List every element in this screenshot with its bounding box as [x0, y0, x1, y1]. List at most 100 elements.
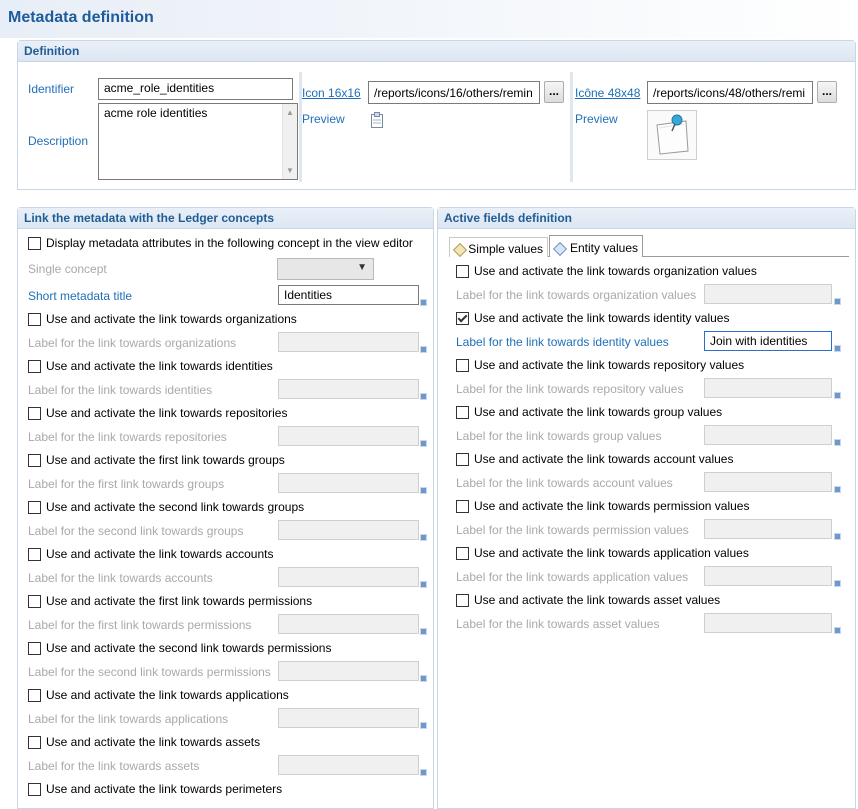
ledger-link-checkbox-label: Use and activate the link towards reposi…	[46, 406, 288, 420]
icon48-browse-button[interactable]: ...	[817, 81, 837, 103]
active-link-label: Label for the link towards organization …	[456, 288, 697, 302]
field-decoration-icon	[420, 346, 427, 353]
ledger-link-label: Label for the first link towards groups	[28, 477, 225, 491]
ledger-link-checkbox[interactable]	[28, 594, 41, 608]
active-link-checkbox-row[interactable]: Use and activate the link towards permis…	[456, 499, 749, 513]
field-decoration-icon	[834, 345, 841, 352]
ledger-link-label-field[interactable]	[278, 708, 419, 728]
ledger-link-checkbox-row[interactable]: Use and activate the first link towards …	[28, 594, 312, 608]
active-link-checkbox[interactable]	[456, 264, 469, 278]
ledger-link-checkbox-row[interactable]: Use and activate the link towards organi…	[28, 312, 297, 326]
ledger-link-checkbox-label: Use and activate the link towards perime…	[46, 782, 283, 796]
ledger-link-label-field[interactable]	[278, 755, 419, 775]
active-link-checkbox-row[interactable]: Use and activate the link towards organi…	[456, 264, 757, 278]
short-title-field[interactable]: Identities	[278, 285, 419, 305]
ledger-link-label-field[interactable]	[278, 426, 419, 446]
ledger-link-label-field[interactable]	[278, 567, 419, 587]
active-link-label: Label for the link towards account value…	[456, 476, 673, 490]
tab-simple-values-label: Simple values	[468, 241, 543, 256]
active-link-label-field[interactable]	[704, 519, 832, 539]
active-link-checkbox-label: Use and activate the link towards organi…	[474, 264, 757, 278]
ledger-link-checkbox[interactable]	[28, 782, 41, 796]
ledger-link-label-field[interactable]	[278, 473, 419, 493]
ledger-link-checkbox-label: Use and activate the link towards accoun…	[46, 547, 274, 561]
icon16-browse-button[interactable]: ...	[544, 81, 564, 103]
icon48-preview-label: Preview	[575, 112, 618, 126]
ledger-link-checkbox[interactable]	[28, 406, 41, 420]
active-link-label-field[interactable]	[704, 378, 832, 398]
display-attrs-checkbox-row[interactable]: Display metadata attributes in the follo…	[28, 236, 413, 250]
ledger-link-checkbox-row[interactable]: Use and activate the link towards accoun…	[28, 547, 273, 561]
display-attrs-checkbox[interactable]	[28, 236, 41, 250]
ledger-link-label-field[interactable]	[278, 379, 419, 399]
ledger-link-checkbox[interactable]	[28, 547, 41, 561]
active-link-label-field[interactable]	[704, 284, 832, 304]
ledger-link-checkbox[interactable]	[28, 688, 41, 702]
active-link-label-field[interactable]	[704, 425, 832, 445]
description-text: acme role identities	[104, 106, 208, 120]
ledger-link-checkbox-row[interactable]: Use and activate the link towards assets	[28, 735, 260, 749]
ledger-link-checkbox-row[interactable]: Use and activate the second link towards…	[28, 500, 304, 514]
active-link-checkbox-row[interactable]: Use and activate the link towards reposi…	[456, 358, 744, 372]
ledger-link-label: Label for the second link towards groups	[28, 524, 244, 538]
ledger-link-checkbox-row[interactable]: Use and activate the link towards identi…	[28, 359, 273, 373]
active-link-checkbox-row[interactable]: Use and activate the link towards applic…	[456, 546, 749, 560]
active-link-checkbox-label: Use and activate the link towards reposi…	[474, 358, 745, 372]
ledger-link-checkbox-row[interactable]: Use and activate the link towards reposi…	[28, 406, 287, 420]
active-link-checkbox-row[interactable]: Use and activate the link towards accoun…	[456, 452, 733, 466]
ledger-link-checkbox[interactable]	[28, 641, 41, 655]
tab-entity-values-label: Entity values	[569, 240, 638, 255]
active-link-checkbox[interactable]	[456, 499, 469, 513]
note-icon	[369, 111, 385, 129]
identifier-label: Identifier	[28, 82, 75, 96]
active-link-label-field[interactable]	[704, 472, 832, 492]
icon16-link[interactable]: Icon 16x16	[302, 86, 361, 100]
active-link-checkbox-row[interactable]: Use and activate the link towards group …	[456, 405, 722, 419]
active-link-checkbox[interactable]	[456, 358, 469, 372]
active-link-checkbox[interactable]	[456, 405, 469, 419]
active-link-checkbox-row[interactable]: Use and activate the link towards asset …	[456, 593, 720, 607]
active-link-checkbox[interactable]	[456, 452, 469, 466]
field-decoration-icon	[834, 533, 841, 540]
ledger-link-checkbox[interactable]	[28, 312, 41, 326]
identifier-field[interactable]: acme_role_identities	[98, 78, 293, 100]
active-link-label-field[interactable]: Join with identities	[704, 331, 832, 351]
icon48-link[interactable]: Icône 48x48	[575, 86, 640, 100]
description-field[interactable]: acme role identities ▲ ▼	[98, 103, 298, 180]
ledger-link-label: Label for the link towards repositories	[28, 430, 227, 444]
active-link-label-field[interactable]	[704, 613, 832, 633]
ledger-link-label-field[interactable]	[278, 614, 419, 634]
description-label: Description	[28, 134, 89, 148]
ledger-link-checkbox-label: Use and activate the second link towards…	[46, 500, 305, 514]
ledger-link-checkbox[interactable]	[28, 453, 41, 467]
ledger-link-checkbox-row[interactable]: Use and activate the link towards applic…	[28, 688, 289, 702]
ledger-link-checkbox-row[interactable]: Use and activate the second link towards…	[28, 641, 331, 655]
icon16-preview-label: Preview	[302, 112, 345, 126]
ledger-link-label-field[interactable]	[278, 520, 419, 540]
icon16-field[interactable]: /reports/icons/16/others/remin	[368, 81, 540, 104]
ledger-link-label-field[interactable]	[278, 661, 419, 681]
ledger-link-checkbox-row[interactable]: Use and activate the first link towards …	[28, 453, 285, 467]
ledger-link-label-field[interactable]	[278, 332, 419, 352]
active-link-checkbox-row[interactable]: Use and activate the link towards identi…	[456, 311, 729, 325]
description-scrollbar[interactable]: ▲ ▼	[282, 104, 297, 179]
active-link-checkbox-label: Use and activate the link towards group …	[474, 405, 723, 419]
active-link-checkbox[interactable]	[456, 311, 469, 325]
tab-entity-values[interactable]: Entity values	[549, 235, 643, 257]
ledger-link-checkbox[interactable]	[28, 500, 41, 514]
active-link-label: Label for the link towards asset values	[456, 617, 660, 631]
ledger-link-checkbox[interactable]	[28, 359, 41, 373]
active-link-checkbox[interactable]	[456, 546, 469, 560]
active-link-checkbox-label: Use and activate the link towards identi…	[474, 311, 730, 325]
tab-simple-values[interactable]: Simple values	[449, 237, 548, 257]
ledger-link-checkbox-row[interactable]: Use and activate the link towards perime…	[28, 782, 282, 796]
icon48-field[interactable]: /reports/icons/48/others/remi	[647, 81, 813, 104]
field-decoration-icon	[420, 581, 427, 588]
single-concept-select[interactable]: ▼	[277, 258, 374, 280]
chevron-down-icon: ▼	[357, 262, 367, 273]
ledger-link-checkbox-label: Use and activate the first link towards …	[46, 594, 313, 608]
active-link-checkbox[interactable]	[456, 593, 469, 607]
ledger-link-checkbox[interactable]	[28, 735, 41, 749]
active-link-label-field[interactable]	[704, 566, 832, 586]
field-decoration-icon	[420, 440, 427, 447]
